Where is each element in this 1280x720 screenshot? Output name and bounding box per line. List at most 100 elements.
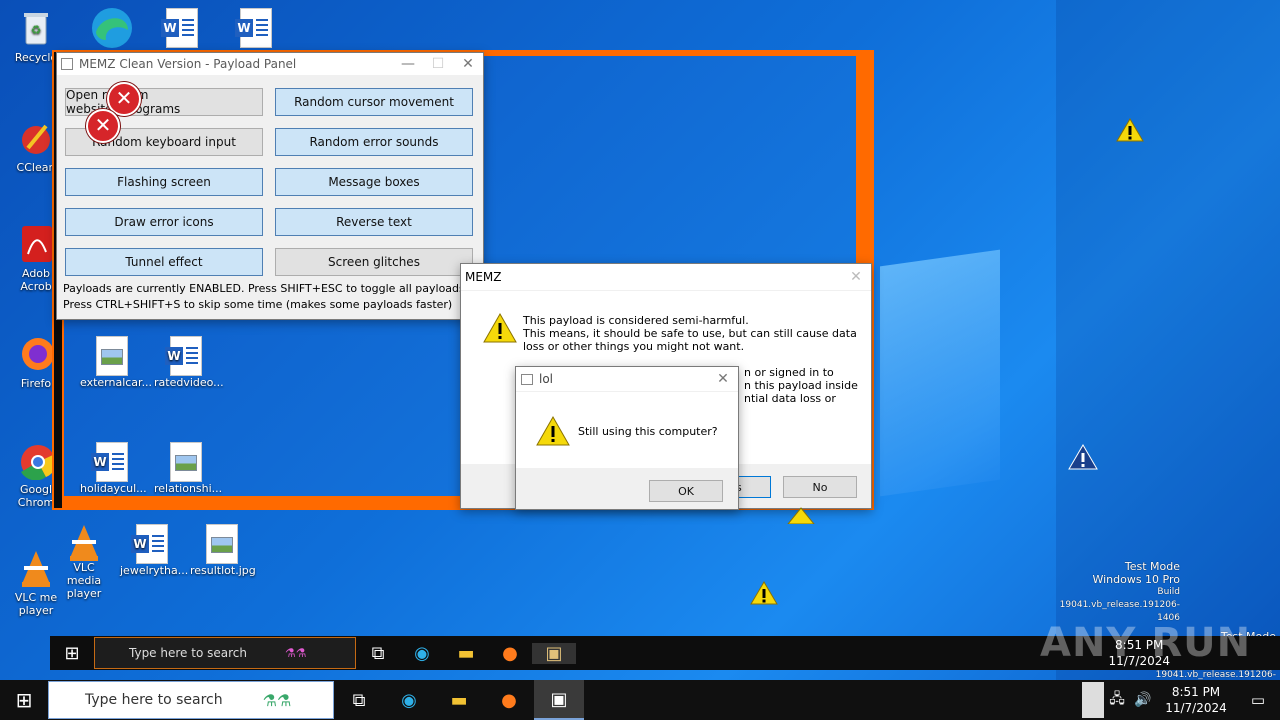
payload-message-boxes-button[interactable]: Message boxes — [275, 168, 473, 196]
close-icon[interactable]: ✕ — [453, 56, 483, 72]
file-label: jewelrytha... — [120, 564, 189, 577]
firefox-taskbar-icon[interactable]: ● — [488, 643, 532, 664]
search-box[interactable]: Type here to search ⚗⚗ — [48, 681, 334, 719]
desktop-icon-label: Adob Acrob — [20, 267, 52, 293]
volume-icon[interactable]: 🔊 — [1130, 692, 1156, 708]
payload-reverse-text-button[interactable]: Reverse text — [275, 208, 473, 236]
app-icon — [61, 58, 73, 70]
lol-dialog: lol ✕ Still using this computer? OK — [515, 366, 739, 510]
warning-icon — [1068, 443, 1098, 474]
file-vlc-media-player[interactable]: VLC media player — [52, 522, 116, 600]
search-placeholder: Type here to search — [85, 692, 223, 708]
task-view-icon[interactable]: ⧉ — [334, 690, 384, 711]
memz-dialog-line3: loss or other things you might not want. — [523, 340, 745, 353]
memz-dialog-line4: n or signed in to — [744, 366, 834, 379]
network-icon[interactable]: 🖧 — [1104, 688, 1130, 712]
recycle-bin-icon: ♻ — [16, 8, 56, 48]
ccleaner-icon — [16, 118, 56, 158]
edge-taskbar-icon[interactable]: ◉ — [384, 690, 434, 711]
payload-panel-title: MEMZ Clean Version - Payload Panel — [79, 57, 297, 71]
word-file-icon[interactable]: W — [161, 8, 198, 48]
payload-panel-titlebar[interactable]: MEMZ Clean Version - Payload Panel — ☐ ✕ — [57, 53, 483, 75]
clock[interactable]: 8:51 PM 11/7/2024 — [1156, 684, 1236, 716]
file-label: resultlot.jpg — [190, 564, 256, 577]
notifications-icon[interactable]: ▭ — [1236, 691, 1280, 709]
memz-dialog-line5: n this payload inside — [744, 379, 858, 392]
lol-dialog-titlebar[interactable]: lol ✕ — [516, 367, 738, 391]
payload-screen-glitches-button[interactable]: Screen glitches — [275, 248, 473, 276]
maximize-icon[interactable]: ☐ — [423, 56, 453, 72]
watermark-edition: Windows 10 Pro — [1092, 573, 1180, 586]
task-view-icon[interactable]: ⧉ — [356, 643, 400, 664]
warning-icon — [750, 580, 778, 609]
payload-error-sounds-button[interactable]: Random error sounds — [275, 128, 473, 156]
file-resultlot[interactable]: resultlot.jpg — [190, 524, 256, 577]
edge-taskbar-icon[interactable]: ◉ — [400, 643, 444, 664]
start-icon[interactable]: ⊞ — [0, 688, 48, 712]
memz-taskbar-icon[interactable]: ▣ — [532, 642, 576, 664]
file-label: relationshi... — [154, 482, 223, 495]
file-ratedvideo[interactable]: W ratedvideo... — [154, 336, 224, 389]
payload-draw-error-icons-button[interactable]: Draw error icons — [65, 208, 263, 236]
file-label: holidaycul... — [80, 482, 147, 495]
warning-icon — [786, 506, 816, 527]
word-file-icon[interactable]: W — [235, 8, 272, 48]
ok-button[interactable]: OK — [649, 480, 723, 502]
memz-dialog-text: This payload is considered semi-harmful.… — [523, 314, 857, 353]
start-icon[interactable]: ⊞ — [50, 643, 94, 664]
show-hidden-icons-icon[interactable] — [1082, 682, 1104, 718]
svg-text:♻: ♻ — [31, 23, 42, 37]
file-externalcar[interactable]: externalcar... — [80, 336, 152, 389]
taskbar: ⊞ Type here to search ⚗⚗ ⧉ ◉ ▬ ● ▣ 🖧 🔊 8… — [0, 680, 1280, 720]
memz-taskbar-icon[interactable]: ▣ — [534, 680, 584, 720]
memz-dialog-title: MEMZ — [465, 270, 502, 284]
warning-icon — [536, 415, 570, 450]
vlc-icon — [64, 522, 104, 562]
explorer-taskbar-icon[interactable]: ▬ — [444, 643, 488, 664]
anyrun-brand: ANY RUN — [1040, 620, 1252, 666]
word-file-icon: W — [91, 442, 128, 482]
vlc-icon — [16, 548, 56, 588]
chrome-icon — [16, 440, 57, 481]
windows-logo-wallpaper — [880, 249, 1000, 497]
search-art-icon: ⚗⚗ — [284, 646, 307, 660]
edge-shortcut-icon[interactable] — [88, 4, 136, 50]
desktop-icon-label: Googl Chrom — [17, 483, 55, 509]
firefox-icon — [16, 334, 56, 374]
payload-tunnel-effect-button[interactable]: Tunnel effect — [65, 248, 263, 276]
image-file-icon — [170, 442, 202, 482]
inner-search-box[interactable]: Type here to search ⚗⚗ — [94, 637, 356, 669]
acrobat-icon — [16, 224, 56, 264]
desktop-icon-label: CClean — [16, 161, 56, 174]
lol-dialog-message: Still using this computer? — [578, 425, 718, 438]
test-mode-watermark: Test Mode Windows 10 Pro Build 19041.vb_… — [1040, 560, 1180, 625]
close-icon[interactable]: ✕ — [841, 269, 871, 285]
image-file-icon — [206, 524, 238, 564]
warning-icon — [1116, 117, 1144, 146]
file-label: VLC media player — [66, 561, 102, 600]
payload-cursor-movement-button[interactable]: Random cursor movement — [275, 88, 473, 116]
payload-flashing-screen-button[interactable]: Flashing screen — [65, 168, 263, 196]
file-label: ratedvideo... — [154, 376, 224, 389]
desktop-icon-label: Recycle — [14, 51, 58, 64]
close-icon[interactable]: ✕ — [708, 371, 738, 387]
payload-status-line2: Press CTRL+SHIFT+S to skip some time (ma… — [63, 298, 453, 311]
firefox-taskbar-icon[interactable]: ● — [484, 690, 534, 711]
memz-dialog-text-partial: n or signed in to n this payload inside … — [744, 366, 858, 405]
memz-dialog-titlebar[interactable]: MEMZ ✕ — [461, 264, 871, 290]
warning-icon — [483, 312, 517, 347]
minimize-icon[interactable]: — — [393, 56, 423, 72]
inner-search-placeholder: Type here to search — [129, 646, 247, 660]
file-label: externalcar... — [80, 376, 153, 389]
clock-date: 11/7/2024 — [1165, 701, 1227, 715]
file-holidaycul[interactable]: W holidaycul... — [80, 442, 147, 495]
memz-dialog-line2: This means, it should be safe to use, bu… — [523, 327, 857, 340]
explorer-taskbar-icon[interactable]: ▬ — [434, 690, 484, 711]
file-relationshi[interactable]: relationshi... — [154, 442, 222, 495]
file-jewelrytha[interactable]: W jewelrytha... — [120, 524, 188, 577]
word-file-icon: W — [131, 524, 168, 564]
lol-dialog-title: lol — [539, 372, 554, 386]
desktop-icon-label: Firefo — [20, 377, 52, 390]
clock-time: 8:51 PM — [1171, 685, 1221, 699]
no-button[interactable]: No — [783, 476, 857, 498]
